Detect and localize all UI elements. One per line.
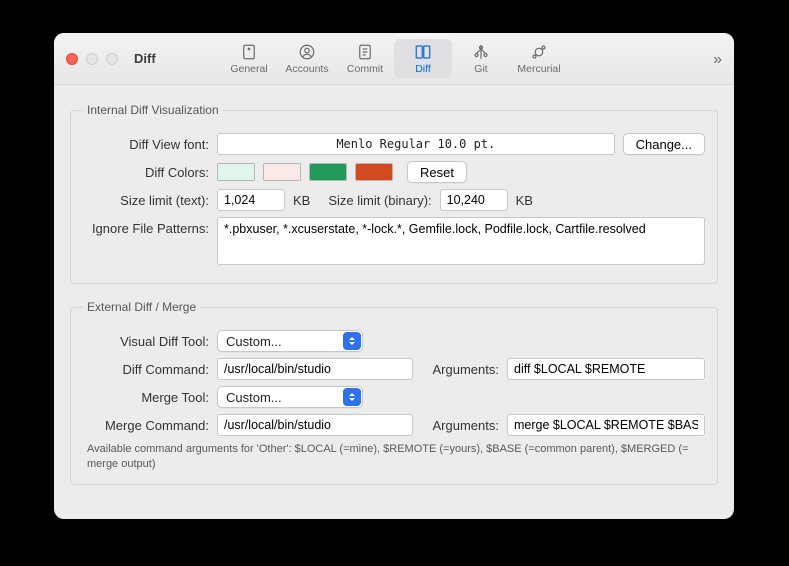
diff-tool-select[interactable]: Custom... xyxy=(217,330,363,352)
tab-label: Mercurial xyxy=(517,63,560,75)
color-added-dark[interactable] xyxy=(309,163,347,181)
tab-git[interactable]: Git xyxy=(452,39,510,78)
diff-tool-label: Visual Diff Tool: xyxy=(83,334,209,349)
titlebar: Diff General Accounts Commit xyxy=(54,33,734,85)
group-legend: External Diff / Merge xyxy=(83,300,200,314)
tab-general[interactable]: General xyxy=(220,39,278,78)
close-window-icon[interactable] xyxy=(66,53,78,65)
size-binary-label: Size limit (binary): xyxy=(328,193,431,208)
size-binary-unit: KB xyxy=(516,193,533,208)
general-icon xyxy=(238,43,260,61)
merge-command-label: Merge Command: xyxy=(83,418,209,433)
diff-icon xyxy=(412,43,434,61)
reset-colors-button[interactable]: Reset xyxy=(407,161,467,183)
chevron-updown-icon xyxy=(343,388,361,406)
tab-label: Accounts xyxy=(285,63,328,75)
diff-command-label: Diff Command: xyxy=(83,362,209,377)
preferences-window: Diff General Accounts Commit xyxy=(54,33,734,519)
tab-label: General xyxy=(230,63,267,75)
color-added-light[interactable] xyxy=(217,163,255,181)
tab-label: Commit xyxy=(347,63,383,75)
color-removed-light[interactable] xyxy=(263,163,301,181)
overflow-icon[interactable]: » xyxy=(713,51,722,69)
tab-mercurial[interactable]: Mercurial xyxy=(510,39,568,78)
ignore-patterns-input[interactable] xyxy=(217,217,705,265)
select-value: Custom... xyxy=(226,334,282,349)
size-text-input[interactable] xyxy=(217,189,285,211)
external-diff-group: External Diff / Merge Visual Diff Tool: … xyxy=(70,300,718,485)
arguments-hint: Available command arguments for 'Other':… xyxy=(83,442,705,472)
tab-label: Diff xyxy=(415,63,431,75)
ignore-label: Ignore File Patterns: xyxy=(83,217,209,236)
toolbar: General Accounts Commit Diff xyxy=(220,39,568,78)
merge-args-input[interactable] xyxy=(507,414,705,436)
content: Internal Diff Visualization Diff View fo… xyxy=(54,85,734,519)
git-icon xyxy=(470,43,492,61)
colors-label: Diff Colors: xyxy=(83,165,209,180)
internal-diff-group: Internal Diff Visualization Diff View fo… xyxy=(70,103,718,284)
group-legend: Internal Diff Visualization xyxy=(83,103,223,117)
window-title: Diff xyxy=(134,51,156,66)
merge-args-label: Arguments: xyxy=(421,418,499,433)
diff-command-input[interactable] xyxy=(217,358,413,380)
accounts-icon xyxy=(296,43,318,61)
diff-args-label: Arguments: xyxy=(421,362,499,377)
tab-accounts[interactable]: Accounts xyxy=(278,39,336,78)
font-display: Menlo Regular 10.0 pt. xyxy=(217,133,615,155)
merge-command-input[interactable] xyxy=(217,414,413,436)
diff-args-input[interactable] xyxy=(507,358,705,380)
window-controls xyxy=(66,53,118,65)
select-value: Custom... xyxy=(226,390,282,405)
size-text-unit: KB xyxy=(293,193,310,208)
change-font-button[interactable]: Change... xyxy=(623,133,705,155)
color-removed-dark[interactable] xyxy=(355,163,393,181)
chevron-updown-icon xyxy=(343,332,361,350)
size-text-label: Size limit (text): xyxy=(83,193,209,208)
font-label: Diff View font: xyxy=(83,137,209,152)
merge-tool-label: Merge Tool: xyxy=(83,390,209,405)
tab-diff[interactable]: Diff xyxy=(394,39,452,78)
tab-label: Git xyxy=(474,63,487,75)
mercurial-icon xyxy=(528,43,550,61)
commit-icon xyxy=(354,43,376,61)
minimize-window-icon[interactable] xyxy=(86,53,98,65)
tab-commit[interactable]: Commit xyxy=(336,39,394,78)
zoom-window-icon[interactable] xyxy=(106,53,118,65)
size-binary-input[interactable] xyxy=(440,189,508,211)
merge-tool-select[interactable]: Custom... xyxy=(217,386,363,408)
